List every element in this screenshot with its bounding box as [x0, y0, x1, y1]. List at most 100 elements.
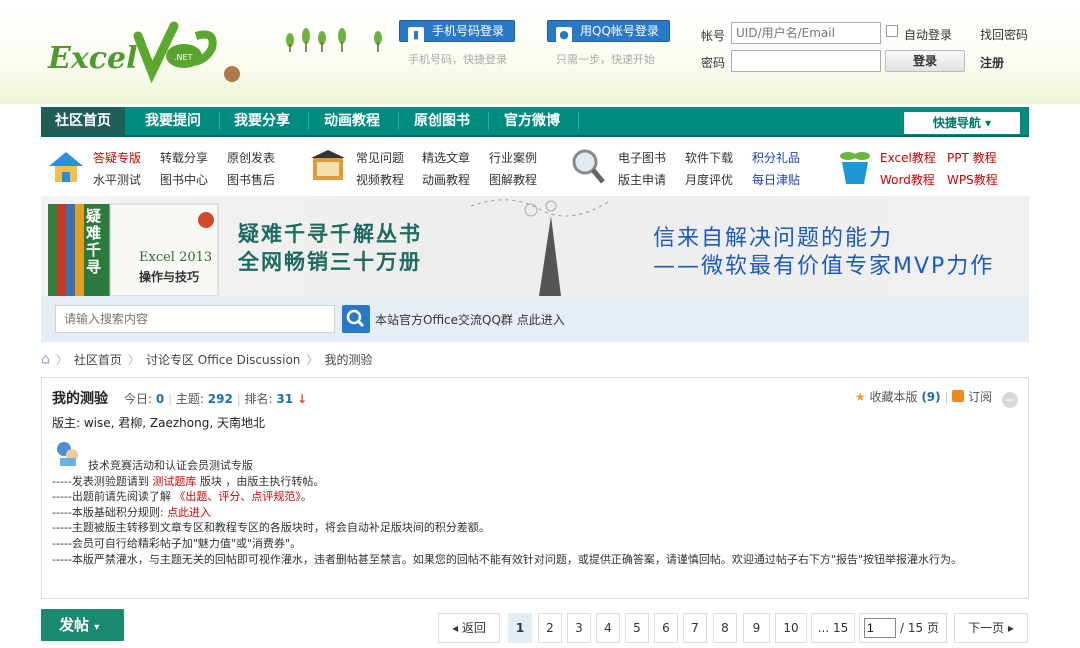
menu-link-wps[interactable]: WPS教程: [947, 171, 998, 188]
search-input[interactable]: [55, 305, 335, 333]
rule-line: -----会员可自行给精彩帖子加"魅力值"或"消费券"。: [52, 536, 302, 550]
page-9[interactable]: 9: [743, 613, 770, 643]
auto-login-checkbox[interactable]: [886, 25, 898, 37]
menu-link-daily-bonus[interactable]: 每日津贴: [752, 171, 800, 188]
page-total: / 15 页: [900, 621, 939, 635]
banner-line-1: 疑难千寻千解丛书: [238, 221, 422, 246]
menu-link-monthly[interactable]: 月度评优: [685, 171, 733, 188]
menu-link-book-center[interactable]: 图书中心: [160, 171, 208, 188]
menu-group-qa: 答疑专版 转载分享 原创发表 水平测试 图书中心 图书售后: [41, 138, 291, 196]
menu-group-resources: 电子图书 软件下载 积分礼品 版主申请 月度评优 每日津贴: [565, 138, 825, 196]
nav-divider: [488, 112, 489, 130]
promo-banner[interactable]: 疑难千寻 Excel 2013 操作与技巧 疑难千寻千解丛书 全网畅销三十万册 …: [41, 196, 1029, 296]
find-password-link[interactable]: 找回密码: [980, 26, 1028, 43]
account-input[interactable]: [731, 22, 881, 44]
menu-link-gifts[interactable]: 积分礼品: [752, 149, 800, 166]
rule-line: -----本版严禁灌水，与主题无关的回帖即可视作灌水，违者删帖甚至禁言。如果您的…: [52, 552, 962, 566]
page-1[interactable]: 1: [508, 613, 532, 643]
main-nav: 社区首页 我要提问 我要分享 动画教程 原创图书 官方微博: [41, 107, 1029, 137]
page-2[interactable]: 2: [538, 613, 562, 643]
quick-nav-button[interactable]: 快捷导航 ▾: [904, 112, 1020, 134]
nav-animation[interactable]: 动画教程: [324, 107, 380, 135]
page-number-input[interactable]: [864, 618, 896, 638]
menu-link-excel[interactable]: Excel教程: [880, 149, 936, 166]
nav-weibo[interactable]: 官方微博: [504, 107, 560, 135]
menu-link-qa[interactable]: 答疑专版: [93, 149, 141, 166]
page-7[interactable]: 7: [683, 613, 707, 643]
next-page-button[interactable]: 下一页 ▸: [954, 613, 1028, 643]
menu-link-ppt[interactable]: PPT 教程: [947, 149, 997, 166]
chevron-down-icon: ▾: [985, 116, 992, 130]
page-10[interactable]: 10: [775, 613, 807, 643]
favorite-link[interactable]: 收藏本版: [869, 390, 917, 404]
menu-link-original[interactable]: 原创发表: [227, 149, 275, 166]
page-5[interactable]: 5: [625, 613, 649, 643]
nav-home[interactable]: 社区首页: [41, 107, 125, 135]
login-button[interactable]: 登录: [885, 50, 965, 72]
rule-line: -----主题被版主转移到文章专区和教程专区的各版块时，将会自动补足版块间的积分…: [52, 521, 490, 535]
menu-link-video[interactable]: 视频教程: [356, 171, 404, 188]
collapse-icon[interactable]: −: [1002, 392, 1018, 408]
menu-link-software[interactable]: 软件下载: [685, 149, 733, 166]
menu-group-tutorials: Excel教程 PPT 教程 Word教程 WPS教程: [834, 138, 1029, 196]
menu-link-moderator-apply[interactable]: 版主申请: [618, 171, 666, 188]
subscribe-link[interactable]: 订阅: [968, 390, 992, 404]
page-8[interactable]: 8: [713, 613, 737, 643]
breadcrumb-home[interactable]: 社区首页: [74, 353, 122, 367]
password-input[interactable]: [731, 50, 881, 72]
rules-link[interactable]: 《出题、评分、点评规范》: [174, 490, 301, 503]
breadcrumb-current: 我的测验: [324, 353, 373, 367]
phone-login-button[interactable]: ▮ 手机号码登录: [399, 20, 516, 43]
rss-icon: [952, 390, 965, 402]
phone-icon: ▮: [408, 27, 424, 43]
menu-link-book-service[interactable]: 图书售后: [227, 171, 275, 188]
nav-divider: [578, 112, 579, 130]
nav-divider: [219, 112, 220, 130]
nav-ask[interactable]: 我要提问: [145, 107, 201, 135]
search-icon: [346, 309, 365, 328]
chevron-down-icon: ▾: [94, 622, 100, 633]
forum-title: 我的测验: [52, 391, 108, 407]
page-last[interactable]: ... 15: [811, 613, 855, 643]
page-3[interactable]: 3: [567, 613, 591, 643]
points-rules-link[interactable]: 点此进入: [167, 506, 211, 519]
new-post-button[interactable]: 发帖 ▾: [41, 609, 124, 641]
qq-login-sub: 只需一步，快速开始: [556, 53, 655, 66]
forum-rules: 技术竞赛活动和认证会员测试专版 -----发表测验题请到 测试题库 版块 ，由版…: [52, 440, 1018, 567]
house-icon: [49, 152, 83, 182]
menu-link-illustrated[interactable]: 图解教程: [489, 171, 537, 188]
pen-decoration: [470, 199, 612, 296]
nav-books[interactable]: 原创图书: [414, 107, 470, 135]
menu-link-featured[interactable]: 精选文章: [422, 149, 470, 166]
qq-group-link[interactable]: 本站官方Office交流QQ群 点此进入: [375, 311, 565, 328]
menu-link-cases[interactable]: 行业案例: [489, 149, 537, 166]
menu-link-word[interactable]: Word教程: [880, 171, 935, 188]
sub-menu: 答疑专版 转载分享 原创发表 水平测试 图书中心 图书售后 常见问题 精选文章 …: [41, 138, 1029, 196]
menu-link-level-test[interactable]: 水平测试: [93, 171, 141, 188]
page-6[interactable]: 6: [654, 613, 678, 643]
search-button[interactable]: [342, 305, 370, 333]
trees-decoration: [286, 28, 382, 52]
plant-pot-icon: [840, 152, 870, 184]
back-button[interactable]: ◂ 返回: [438, 613, 500, 643]
favorite-count: (9): [921, 390, 941, 404]
menu-link-animation[interactable]: 动画教程: [422, 171, 470, 188]
nav-share[interactable]: 我要分享: [234, 107, 290, 135]
menu-link-ebooks[interactable]: 电子图书: [618, 149, 666, 166]
page-4[interactable]: 4: [596, 613, 620, 643]
menu-link-faq[interactable]: 常见问题: [356, 149, 404, 166]
qq-icon: ●: [556, 27, 572, 43]
auto-login-label[interactable]: 自动登录: [904, 26, 952, 43]
rank-down-arrow-icon: ↓: [296, 392, 308, 406]
forum-info-box: 我的测验 今日: 0 | 主题: 292 | 排名: 31 ↓ ★ 收藏本版 (…: [41, 377, 1029, 599]
page-jump: / 15 页: [859, 613, 947, 643]
menu-link-repost[interactable]: 转载分享: [160, 149, 208, 166]
site-logo[interactable]: Excel .NET: [46, 16, 246, 88]
menu-group-articles: 常见问题 精选文章 行业案例 视频教程 动画教程 图解教程: [305, 138, 555, 196]
banner-line-2: 全网畅销三十万册: [238, 249, 422, 274]
breadcrumb-discussion[interactable]: 讨论专区 Office Discussion: [146, 353, 300, 367]
test-bank-link[interactable]: 测试题库: [152, 475, 196, 488]
qq-login-button[interactable]: ● 用QQ帐号登录: [547, 20, 670, 43]
register-link[interactable]: 注册: [980, 54, 1004, 71]
home-icon[interactable]: ⌂: [41, 352, 50, 368]
